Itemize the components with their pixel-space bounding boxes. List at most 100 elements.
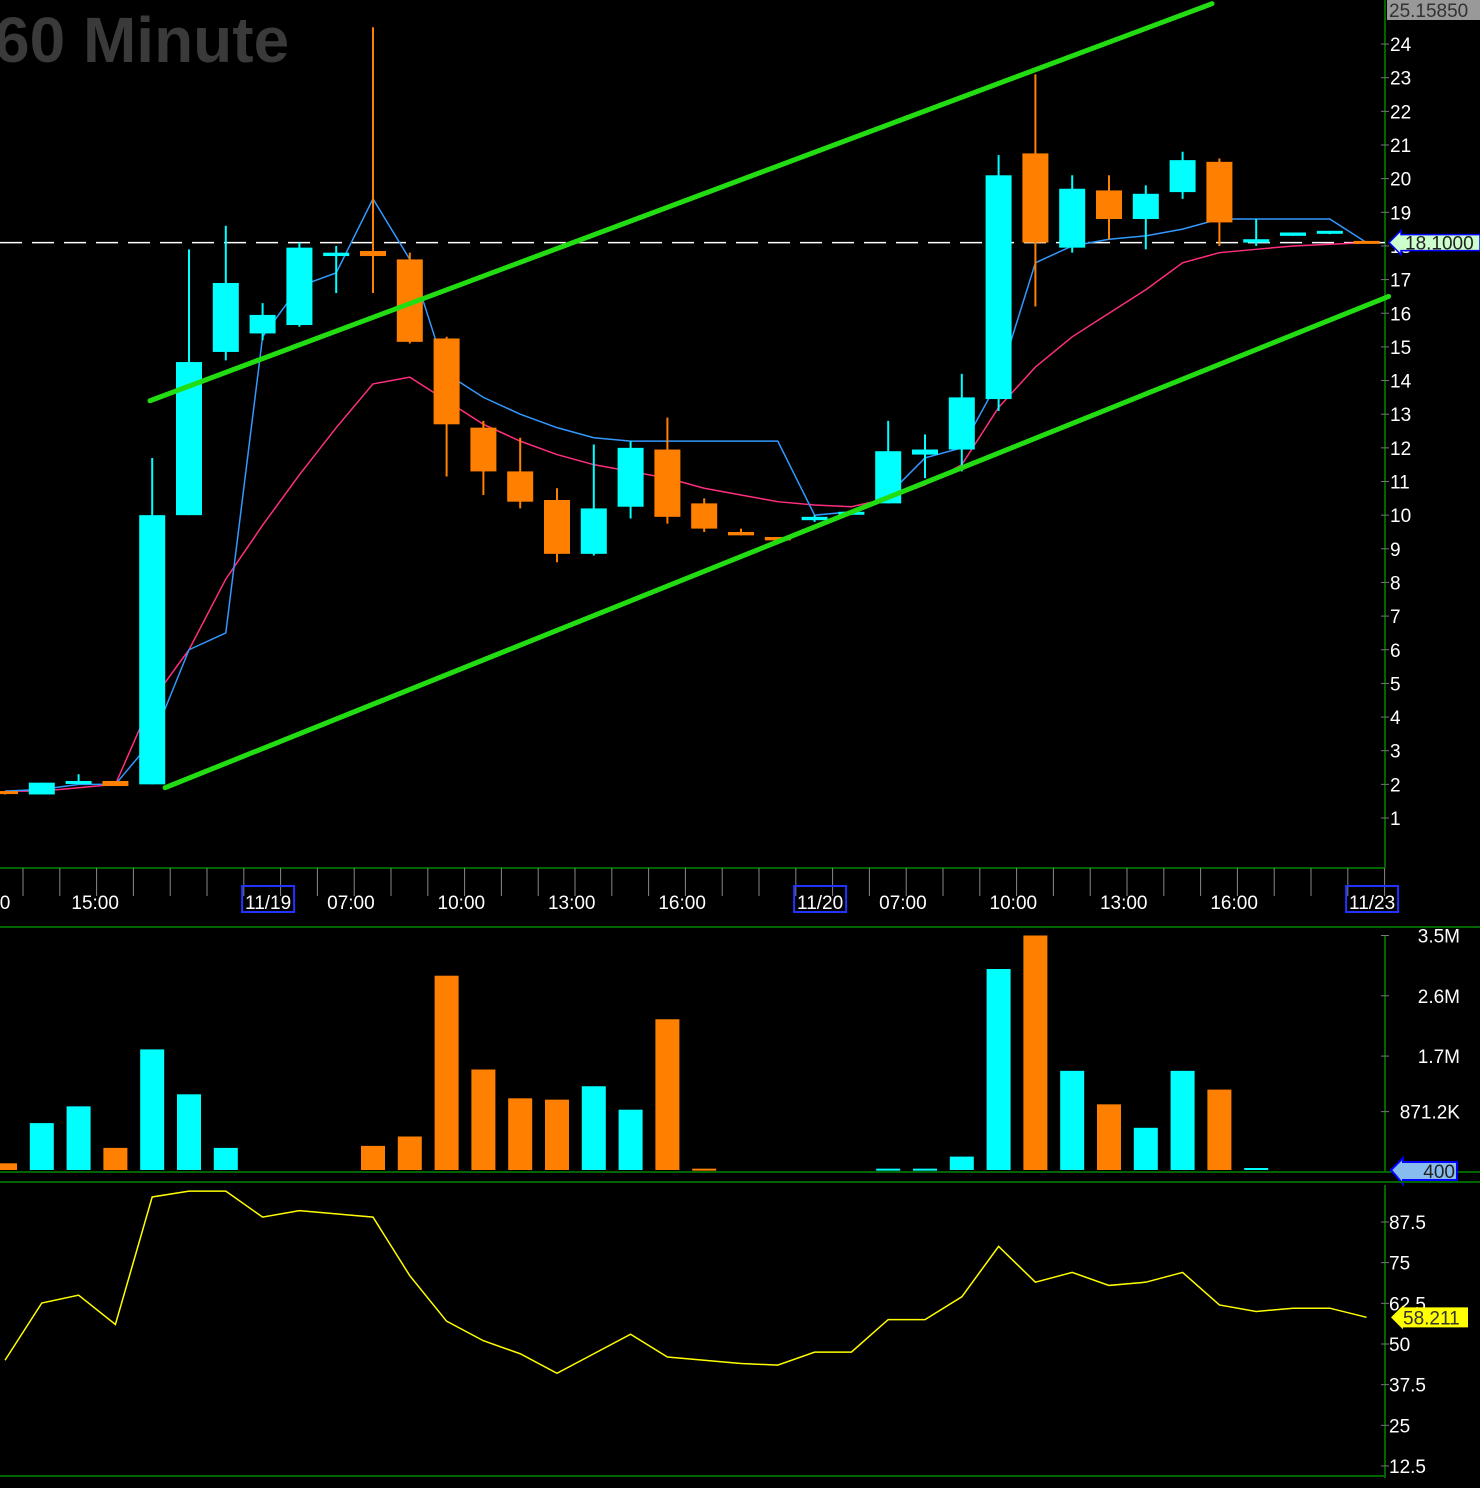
- price-tick-label: 3: [1390, 742, 1401, 763]
- volume-bar: [618, 1109, 643, 1170]
- price-tick-label: 17: [1390, 271, 1411, 292]
- volume-bar: [692, 1168, 717, 1171]
- bullish-candle: [286, 247, 313, 326]
- volume-bar: [1133, 1127, 1158, 1170]
- volume-bar: [545, 1099, 569, 1170]
- bullish-candle: [65, 780, 92, 784]
- bearish-candle: [102, 780, 129, 787]
- volume-bar: [29, 1123, 54, 1170]
- fast-moving-average-line: [4, 197, 1368, 792]
- x-axis-label: 16:00: [658, 893, 706, 914]
- x-axis-label: 07:00: [327, 893, 375, 914]
- volume-bar: [361, 1145, 385, 1170]
- upper-channel-trendline: [147, 1, 1215, 404]
- price-tick-label: 15: [1390, 338, 1411, 359]
- bullish-candle: [1059, 188, 1086, 248]
- bullish-candle: [1132, 193, 1159, 220]
- price-panel: 1234567891011121314151617181920212223242…: [0, 0, 1480, 914]
- chart-title: 60 Minute: [0, 4, 289, 76]
- top-price-label: 25.15850: [1389, 1, 1468, 22]
- x-axis-label: 07:00: [879, 893, 927, 914]
- x-axis-label: 11/20: [797, 893, 843, 914]
- volume-bar: [1023, 935, 1048, 1170]
- bearish-candle: [691, 503, 718, 529]
- volume-bar: [581, 1086, 606, 1170]
- price-tick-label: 23: [1390, 69, 1411, 90]
- bearish-candle: [1022, 153, 1049, 243]
- price-tick-label: 13: [1390, 405, 1411, 426]
- price-tick-label: 20: [1390, 170, 1411, 191]
- volume-bar: [986, 969, 1011, 1170]
- x-axis-label: 11/23: [1349, 893, 1395, 914]
- volume-bar: [949, 1156, 974, 1170]
- volume-bar: [913, 1168, 937, 1171]
- price-tick-label: 5: [1390, 674, 1401, 695]
- bullish-candle: [801, 516, 828, 521]
- price-tick-label: 11: [1390, 473, 1410, 494]
- bearish-candle: [433, 338, 460, 425]
- bullish-candle: [617, 447, 644, 507]
- x-axis-label: 16:00: [1210, 893, 1258, 914]
- volume-bar: [1207, 1089, 1232, 1170]
- volume-bar: [1060, 1070, 1085, 1170]
- rsi-tick-label: 50: [1389, 1335, 1410, 1356]
- bearish-candle: [470, 427, 497, 472]
- bearish-candle: [507, 471, 534, 502]
- bearish-candle: [1096, 190, 1122, 220]
- bearish-candle: [544, 500, 570, 554]
- volume-bar: [1097, 1104, 1121, 1170]
- price-tick-label: 1: [1390, 809, 1401, 830]
- volume-bar: [471, 1069, 496, 1170]
- bearish-candle: [728, 531, 754, 536]
- bullish-candle: [1280, 232, 1306, 236]
- lower-channel-trendline: [162, 293, 1392, 791]
- volume-bar: [1170, 1070, 1195, 1170]
- price-tick-label: 14: [1390, 372, 1412, 393]
- volume-bar: [508, 1098, 533, 1170]
- bullish-candle: [323, 252, 350, 257]
- bullish-candle: [985, 175, 1012, 400]
- volume-bar: [213, 1147, 238, 1170]
- volume-bar: [103, 1147, 128, 1170]
- bullish-candle: [212, 282, 239, 352]
- price-tick-label: 24: [1390, 35, 1412, 56]
- price-tick-label: 2: [1390, 775, 1401, 796]
- price-tick-label: 10: [1390, 506, 1411, 527]
- rsi-tick-label: 75: [1389, 1254, 1410, 1275]
- volume-last-label: 400: [1423, 1162, 1455, 1183]
- bullish-candle: [249, 314, 276, 334]
- rsi-tick-label: 37.5: [1389, 1376, 1426, 1397]
- last-price-label: 18.1000: [1405, 234, 1474, 255]
- price-tick-label: 6: [1390, 641, 1401, 662]
- volume-tick-label: 3.5M: [1418, 927, 1460, 948]
- bearish-candle: [654, 449, 681, 517]
- x-axis-label: 0: [0, 893, 10, 914]
- bearish-candle: [360, 250, 386, 257]
- bullish-candle: [1243, 239, 1270, 243]
- bearish-candle: [1353, 240, 1380, 244]
- volume-bar: [397, 1136, 422, 1170]
- price-tick-label: 19: [1390, 203, 1411, 224]
- price-tick-label: 22: [1390, 102, 1411, 123]
- x-axis-label: 10:00: [438, 893, 486, 914]
- volume-bar: [66, 1106, 91, 1170]
- bullish-candle: [580, 508, 607, 554]
- volume-tick-label: 1.7M: [1418, 1047, 1460, 1068]
- bullish-candle: [948, 397, 975, 450]
- rsi-panel: 87.57562.55037.52512.558.211: [0, 1181, 1480, 1478]
- volume-bar: [655, 1019, 680, 1170]
- stock-chart: 60 Minute 123456789101112131415161718192…: [0, 0, 1480, 1478]
- volume-bar: [140, 1049, 165, 1170]
- volume-bar: [876, 1168, 901, 1171]
- price-tick-label: 7: [1390, 607, 1401, 628]
- rsi-tick-label: 25: [1389, 1416, 1410, 1437]
- x-axis-label: 13:00: [1100, 893, 1148, 914]
- slow-moving-average-line: [5, 241, 1367, 792]
- rsi-line: [4, 1190, 1367, 1375]
- bullish-candle: [28, 782, 55, 795]
- bullish-candle: [912, 449, 938, 455]
- price-tick-label: 16: [1390, 304, 1411, 325]
- volume-bar: [177, 1094, 201, 1170]
- rsi-tick-label: 87.5: [1389, 1213, 1426, 1234]
- bearish-candle: [1206, 161, 1233, 223]
